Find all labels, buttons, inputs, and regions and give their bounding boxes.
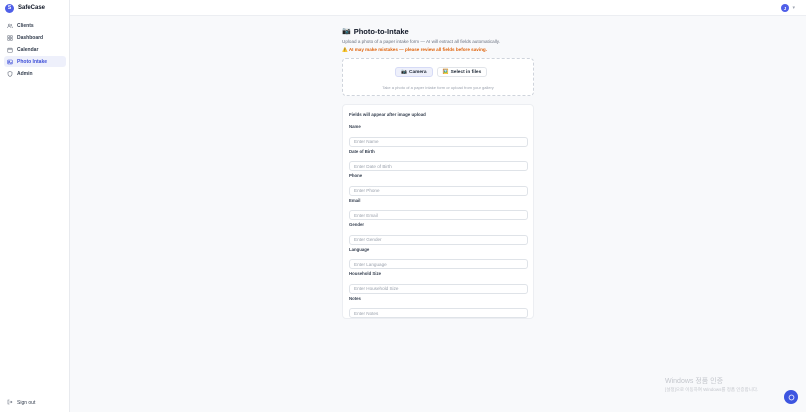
sign-out-label: Sign out [17,400,36,406]
select-files-button[interactable]: 🖼️ Select in files [436,67,488,77]
sidebar-item-label: Clients [17,22,34,29]
grid-icon [7,34,13,41]
sign-out-button[interactable]: Sign out [7,399,35,407]
field-language: Language [349,247,528,271]
camera-icon: 📷 [401,69,407,75]
image-icon: 🖼️ [442,69,449,75]
upload-dropzone[interactable]: 📷 Camera 🖼️ Select in files Take a photo… [342,58,534,96]
warning-text: AI may make mistakes — please review all… [348,47,487,52]
camera-button-label: Camera [408,69,427,75]
field-name: Name [349,124,528,148]
date-of-birth-input[interactable] [349,161,528,171]
upload-hint: Take a photo of a paper intake form or u… [382,85,494,90]
sidebar-item-dashboard[interactable]: Dashboard [4,32,66,43]
notes-input[interactable] [349,308,528,318]
phone-input[interactable] [349,185,528,196]
household-size-input[interactable] [349,283,528,294]
field-label: Household Size [349,271,381,276]
email-input[interactable] [349,210,528,220]
shield-icon [7,70,13,77]
field-notes: Notes [349,296,528,320]
sidebar-item-label: Admin [17,70,33,77]
sidebar-item-label: Photo Intake [17,58,48,65]
ai-warning: ⚠️ AI may make mistakes — please review … [342,47,534,53]
sidebar-item-clients[interactable]: Clients [4,20,66,31]
help-button[interactable] [784,390,798,404]
form-note: Fields will appear after image upload [349,112,426,117]
topbar: J ▾ [70,0,806,16]
intake-form: Fields will appear after image upload Na… [342,104,534,319]
page-title: Photo-to-Intake [353,26,409,36]
field-label: Date of Birth [349,148,375,154]
sidebar-item-label: Calendar [17,46,39,53]
field-label: Phone [349,173,363,178]
sidebar-nav: Clients Dashboard Calendar Photo Intake … [4,20,66,80]
chat-icon [788,388,795,406]
gender-input[interactable] [349,234,528,245]
field-label: Gender [349,222,365,227]
camera-button[interactable]: 📷 Camera [395,67,433,77]
sidebar-item-admin[interactable]: Admin [4,68,66,79]
field-date-of-birth: Date of Birth [349,149,528,173]
sign-out-icon [7,399,13,407]
camera-icon: 📷 [342,28,351,35]
brand-name: SafeCase [18,5,46,11]
users-icon [7,23,13,29]
field-label: Name [349,124,361,129]
sidebar: S SafeCase Clients Dashboard Calendar Ph… [0,0,70,412]
brand-logo: S [5,3,14,13]
windows-activation-watermark: Windows 정품 인증 [설정]으로 이동하여 Windows를 정품 인증… [665,376,758,393]
field-phone: Phone [349,173,528,197]
watermark-title: Windows 정품 인증 [665,378,724,385]
avatar[interactable]: J [781,4,789,12]
image-icon [7,59,13,65]
field-household-size: Household Size [349,271,528,295]
main-content: 📷 Photo-to-Intake Upload a photo of a pa… [342,26,534,319]
page-subtitle: Upload a photo of a paper intake form — … [342,39,500,44]
name-input[interactable] [349,136,528,147]
field-label: Email [349,197,361,203]
select-files-button-label: Select in files [450,69,482,75]
sidebar-item-calendar[interactable]: Calendar [4,44,66,55]
upload-buttons: 📷 Camera 🖼️ Select in files [395,67,488,77]
language-input[interactable] [349,259,528,269]
field-gender: Gender [349,222,528,246]
chevron-down-icon[interactable]: ▾ [792,5,795,11]
watermark-subtitle: [설정]으로 이동하여 Windows를 정품 인증합니다. [665,387,759,392]
field-label: Language [349,246,370,252]
page-header: 📷 Photo-to-Intake [342,26,534,36]
brand[interactable]: S SafeCase [5,3,45,13]
field-email: Email [349,198,528,222]
sidebar-item-photo-intake[interactable]: Photo Intake [4,56,66,67]
calendar-icon [7,47,13,53]
sidebar-item-label: Dashboard [17,34,44,41]
field-label: Notes [349,295,361,301]
warning-icon: ⚠️ [342,47,348,52]
